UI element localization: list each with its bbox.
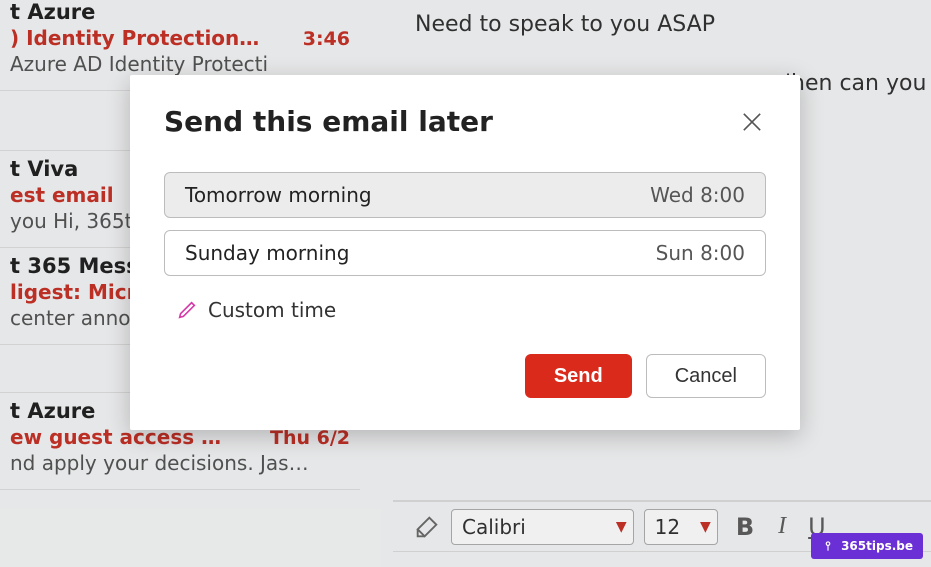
send-button[interactable]: Send — [525, 354, 632, 398]
option-label: Sunday morning — [185, 241, 349, 265]
schedule-option-sunday[interactable]: Sunday morning Sun 8:00 — [164, 230, 766, 276]
option-time: Sun 8:00 — [656, 241, 745, 265]
pencil-icon — [176, 299, 198, 321]
dialog-title: Send this email later — [164, 105, 493, 138]
watermark-badge: 365tips.be — [811, 533, 923, 559]
option-label: Tomorrow morning — [185, 183, 372, 207]
close-button[interactable] — [738, 108, 766, 136]
cancel-button[interactable]: Cancel — [646, 354, 766, 398]
option-time: Wed 8:00 — [650, 183, 745, 207]
schedule-option-tomorrow[interactable]: Tomorrow morning Wed 8:00 — [164, 172, 766, 218]
custom-time-label: Custom time — [208, 298, 336, 322]
custom-time-button[interactable]: Custom time — [176, 298, 766, 322]
send-later-dialog: Send this email later Tomorrow morning W… — [130, 75, 800, 430]
watermark-text: 365tips.be — [841, 539, 913, 553]
